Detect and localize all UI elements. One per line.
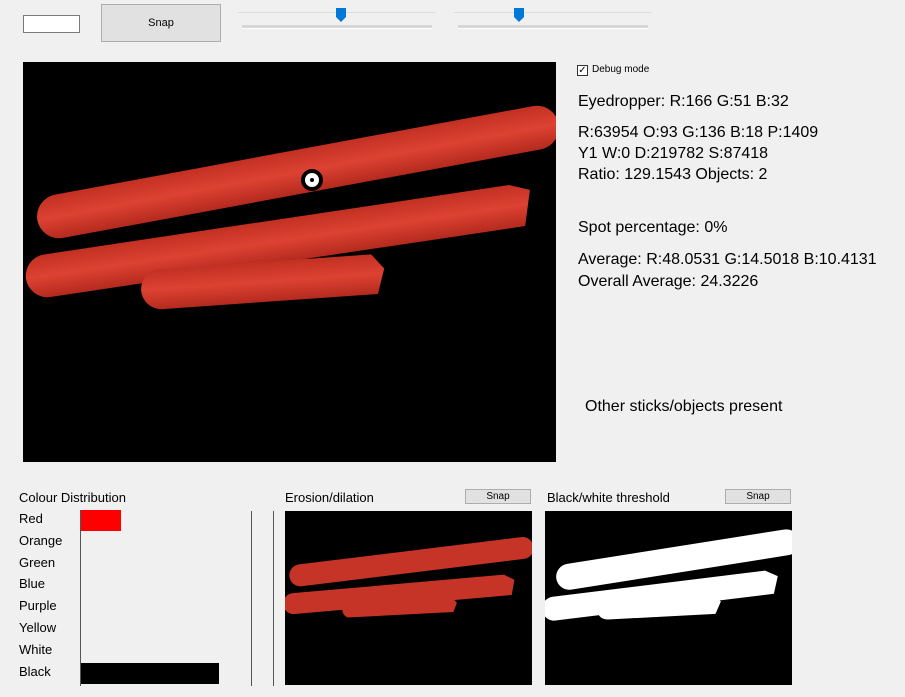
counts-line-2: Y1 W:0 D:219782 S:87418 <box>578 145 769 162</box>
slider-thumb[interactable] <box>335 8 346 22</box>
threshold-view <box>542 511 800 685</box>
colour-distribution-chart: Red Orange Green Blue Purple Yellow White Black <box>19 508 239 688</box>
colour-label-blue: Blue <box>19 576 46 592</box>
separator <box>251 511 252 686</box>
separator <box>273 511 274 686</box>
camera-image <box>25 105 559 310</box>
threshold-slider-2[interactable] <box>454 6 654 32</box>
erosion-image <box>283 537 534 618</box>
colour-label-red: Red <box>19 511 43 526</box>
camera-view[interactable] <box>23 62 559 462</box>
colour-label-purple: Purple <box>19 598 57 614</box>
ratio-text: Ratio: 129.1543 Objects: 2 <box>578 166 768 183</box>
threshold-snap-button[interactable]: Snap <box>725 489 791 504</box>
colour-distribution-title: Colour Distribution <box>19 490 126 505</box>
colour-label-black: Black <box>19 663 51 679</box>
value-textbox[interactable] <box>23 15 80 33</box>
snap-button[interactable]: Snap <box>101 4 221 42</box>
eyedropper-text: Eyedropper: R:166 G:51 B:32 <box>578 93 789 110</box>
threshold-title: Black/white threshold <box>547 490 670 505</box>
spot-percentage-text: Spot percentage: 0% <box>578 219 728 236</box>
erosion-snap-button[interactable]: Snap <box>465 489 531 504</box>
average-text: Average: R:48.0531 G:14.5018 B:10.4131 <box>578 251 877 268</box>
colour-label-white: White <box>19 641 53 657</box>
overall-average-text: Overall Average: 24.3226 <box>578 273 759 290</box>
colour-label-orange: Orange <box>19 532 63 548</box>
erosion-title: Erosion/dilation <box>285 490 374 505</box>
counts-line-1: R:63954 O:93 G:136 B:18 P:1409 <box>578 124 819 141</box>
threshold-image <box>542 529 800 621</box>
colour-label-green: Green <box>19 554 56 570</box>
colour-bar-black <box>81 662 219 684</box>
debug-mode-label: Debug mode <box>592 64 650 75</box>
colour-bar-red <box>81 510 121 531</box>
slider-thumb[interactable] <box>513 8 524 22</box>
erosion-view <box>283 511 534 685</box>
chart-axis <box>80 510 81 686</box>
threshold-slider-1[interactable] <box>238 6 438 32</box>
checkmark-icon: ✓ <box>578 64 587 76</box>
colour-label-yellow: Yellow <box>19 620 57 635</box>
debug-mode-checkbox[interactable]: ✓ <box>577 65 588 76</box>
status-text: Other sticks/objects present <box>585 398 783 415</box>
